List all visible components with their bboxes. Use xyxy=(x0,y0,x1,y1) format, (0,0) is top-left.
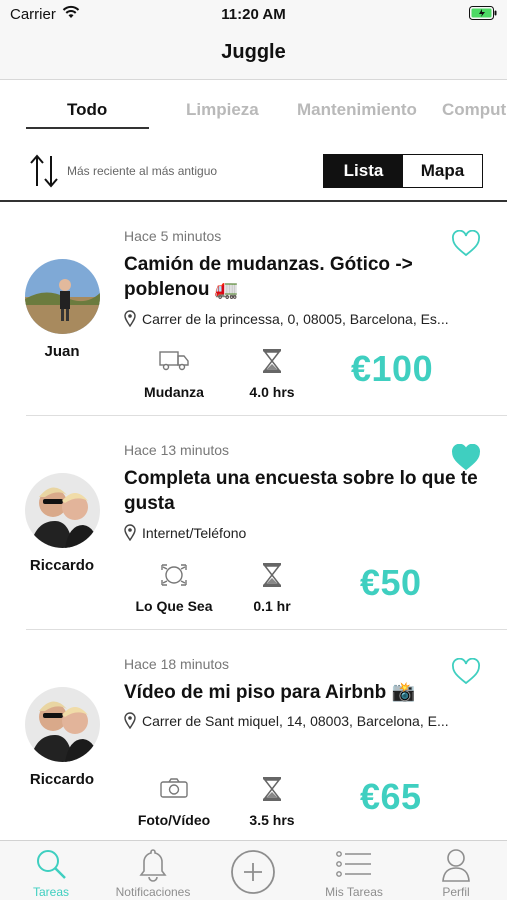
tab-perfil[interactable]: Perfil xyxy=(406,841,506,900)
map-view-button[interactable]: Mapa xyxy=(403,155,482,187)
user-name: Riccardo xyxy=(29,557,95,574)
page-title: Juggle xyxy=(221,41,286,63)
duration-label: 3.5 hrs xyxy=(249,812,295,828)
tab-add-task[interactable] xyxy=(203,841,303,900)
map-pin-icon xyxy=(124,310,136,330)
truck-icon xyxy=(124,348,224,377)
task-category: Mudanza xyxy=(124,348,224,400)
battery-icon xyxy=(469,6,497,25)
task-category: Foto/Vídeo xyxy=(124,776,224,828)
tab-tareas[interactable]: Tareas xyxy=(1,841,101,900)
user-name: Juan xyxy=(44,343,80,360)
category-tabs: Todo Limpieza Mantenimiento Comput xyxy=(0,80,507,134)
avatar[interactable] xyxy=(25,687,100,762)
tab-limpieza[interactable]: Limpieza xyxy=(186,100,259,120)
active-tab-indicator xyxy=(26,127,149,129)
task-location: Carrer de la princessa, 0, 08005, Barcel… xyxy=(124,310,494,330)
task-location: Carrer de Sant miquel, 14, 08003, Barcel… xyxy=(124,712,494,732)
bell-icon xyxy=(138,847,168,888)
task-card[interactable]: Juan Hace 5 minutos Camión de mudanzas. … xyxy=(0,202,507,416)
list-icon xyxy=(335,847,373,886)
task-duration: 3.5 hrs xyxy=(222,776,322,828)
tab-label: Mis Tareas xyxy=(325,885,383,899)
task-location: Internet/Teléfono xyxy=(124,524,494,544)
task-card[interactable]: Riccardo Hace 13 minutos Completa una en… xyxy=(0,416,507,630)
task-price: €65 xyxy=(360,776,422,817)
task-duration: 0.1 hr xyxy=(222,562,322,614)
avatar[interactable] xyxy=(25,473,100,548)
hourglass-icon xyxy=(222,562,322,593)
location-text: Carrer de la princessa, 0, 08005, Barcel… xyxy=(142,311,449,327)
camera-icon xyxy=(124,776,224,805)
add-icon xyxy=(230,849,276,900)
category-label: Mudanza xyxy=(144,384,204,400)
avatar[interactable] xyxy=(25,259,100,334)
posted-time: Hace 13 minutos xyxy=(124,442,230,458)
profile-icon xyxy=(441,847,471,888)
tab-computacion[interactable]: Comput xyxy=(442,100,506,120)
hourglass-icon xyxy=(222,348,322,379)
hourglass-icon xyxy=(222,776,322,807)
search-icon xyxy=(34,847,68,886)
map-pin-icon xyxy=(124,712,136,732)
tab-label: Notificaciones xyxy=(115,885,191,899)
duration-label: 0.1 hr xyxy=(253,598,291,614)
category-label: Lo Que Sea xyxy=(135,598,213,614)
tab-mis-tareas[interactable]: Mis Tareas xyxy=(304,841,404,900)
posted-time: Hace 18 minutos xyxy=(124,656,230,672)
any-task-icon xyxy=(124,562,224,593)
tab-todo[interactable]: Todo xyxy=(67,100,107,120)
category-label: Foto/Vídeo xyxy=(137,812,211,828)
sort-order-icon[interactable] xyxy=(28,154,60,193)
posted-time: Hace 5 minutos xyxy=(124,228,222,244)
view-toggle: Lista Mapa xyxy=(323,154,483,188)
task-title: Vídeo de mi piso para Airbnb 📸 xyxy=(124,682,416,703)
list-view-button[interactable]: Lista xyxy=(324,155,403,187)
bottom-tab-bar: Tareas Notificaciones Mis Tareas Perfil xyxy=(0,840,507,900)
user-name: Riccardo xyxy=(29,771,95,788)
task-title: Completa una encuesta sobre lo que te gu… xyxy=(124,468,478,514)
map-pin-icon xyxy=(124,524,136,544)
status-bar: Carrier 11:20 AM xyxy=(0,0,507,28)
sort-label: Más reciente al más antiguo xyxy=(67,164,218,178)
clock: 11:20 AM xyxy=(221,6,286,23)
task-duration: 4.0 hrs xyxy=(222,348,322,400)
tab-label: Tareas xyxy=(32,885,70,899)
task-price: €100 xyxy=(351,348,434,389)
location-text: Carrer de Sant miquel, 14, 08003, Barcel… xyxy=(142,713,449,729)
location-text: Internet/Teléfono xyxy=(142,525,247,541)
task-price: €50 xyxy=(360,562,422,603)
task-card[interactable]: Riccardo Hace 18 minutos Vídeo de mi pis… xyxy=(0,630,507,844)
navigation-bar: Juggle xyxy=(0,28,507,80)
task-category: Lo Que Sea xyxy=(124,562,224,614)
task-title: Camión de mudanzas. Gótico -> poblenou 🚛 xyxy=(124,254,413,300)
tab-notificaciones[interactable]: Notificaciones xyxy=(103,841,203,900)
sort-row: Más reciente al más antiguo Lista Mapa xyxy=(0,140,507,202)
duration-label: 4.0 hrs xyxy=(249,384,295,400)
tab-label: Perfil xyxy=(442,885,470,899)
tab-mantenimiento[interactable]: Mantenimiento xyxy=(297,100,417,120)
